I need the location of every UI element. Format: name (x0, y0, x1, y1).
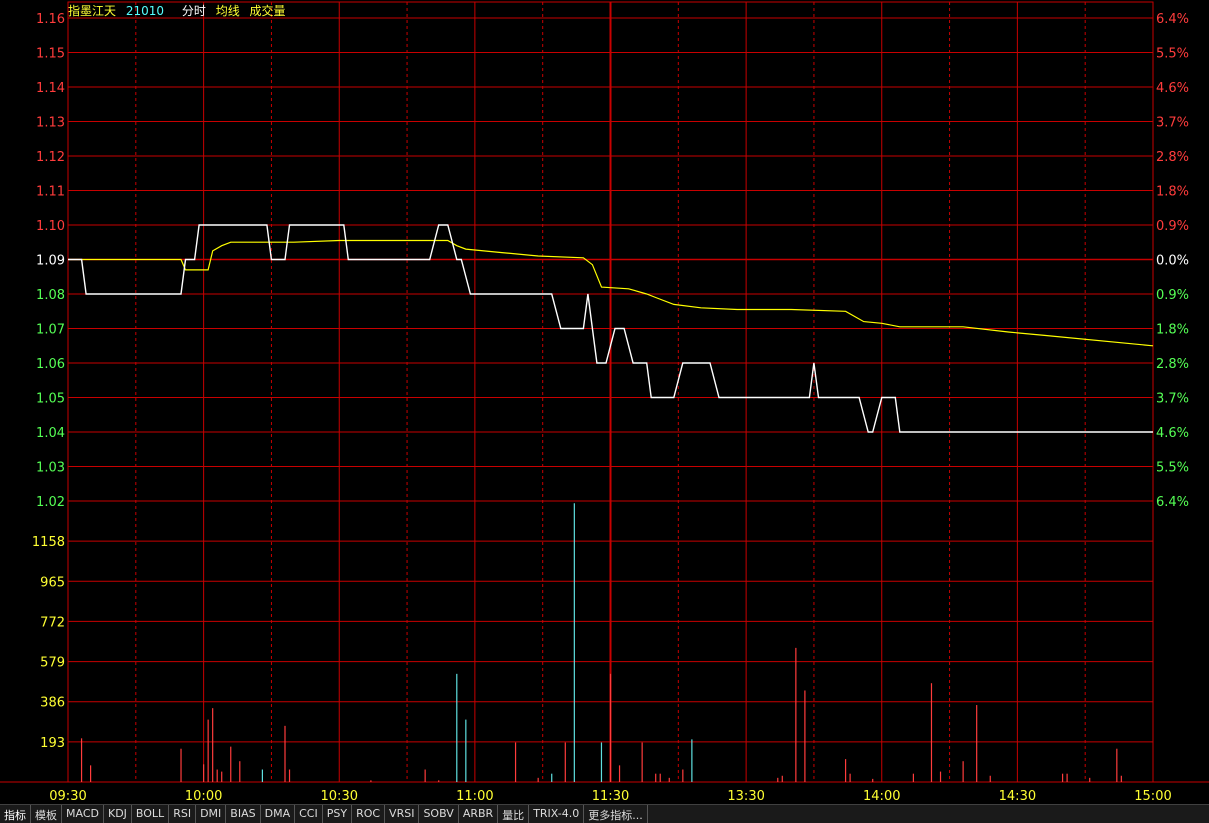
indicator-tab[interactable]: RSI (169, 805, 197, 823)
price-tick-label: 1.11 (36, 185, 65, 200)
volume-tick-label: 193 (40, 736, 65, 751)
pct-tick-label: 0.9% (1156, 219, 1189, 234)
time-tick-label: 11:30 (592, 789, 629, 804)
indicator-tab[interactable]: MACD (62, 805, 104, 823)
indicator-tab[interactable]: 更多指标... (584, 805, 648, 823)
intraday-chart[interactable]: 1.16 6.4% 1.15 5.5% 1.14 4.6% 1.13 3.7% 1.12 2.8%… (0, 0, 1209, 804)
time-tick-label: 10:30 (321, 789, 358, 804)
chart-header: 指墨江天 21010 分时 均线 成交量 (68, 2, 292, 19)
pct-tick-label: 5.5% (1156, 461, 1189, 476)
indicator-tab[interactable]: VRSI (385, 805, 420, 823)
indicator-tab[interactable]: 指标 (0, 805, 31, 823)
pct-tick-label: 2.8% (1156, 357, 1189, 372)
indicator-tab[interactable]: DMA (261, 805, 296, 823)
pct-tick-label: 6.4% (1156, 12, 1189, 27)
stock-code: 21010 (125, 4, 165, 18)
price-tick-label: 1.04 (36, 426, 65, 441)
price-tick-label: 1.08 (36, 288, 65, 303)
volume-tick-label: 579 (40, 656, 65, 671)
price-tick-label: 1.13 (36, 116, 65, 131)
indicator-tab[interactable]: ARBR (459, 805, 499, 823)
time-tick-label: 11:00 (456, 789, 493, 804)
volume-tick-label: 1158 (32, 535, 65, 550)
pct-tick-label: 3.7% (1156, 392, 1189, 407)
price-tick-label: 1.16 (36, 12, 65, 27)
pct-tick-label: 0.0% (1156, 254, 1189, 269)
indicator-tab[interactable]: DMI (196, 805, 227, 823)
time-tick-label: 14:00 (863, 789, 900, 804)
time-tick-label: 10:00 (185, 789, 222, 804)
label-avg-line: 均线 (215, 4, 240, 18)
indicator-tab[interactable]: 模板 (31, 805, 62, 823)
price-tick-label: 1.02 (36, 495, 65, 510)
volume-tick-label: 772 (40, 615, 65, 630)
price-tick-label: 1.15 (36, 47, 65, 62)
indicator-tab[interactable]: BOLL (132, 805, 170, 823)
pct-tick-label: 5.5% (1156, 47, 1189, 62)
price-tick-label: 1.05 (36, 392, 65, 407)
pct-tick-label: 3.7% (1156, 116, 1189, 131)
time-tick-label: 15:00 (1134, 789, 1171, 804)
indicator-tab[interactable]: TRIX-4.0 (529, 805, 585, 823)
price-tick-label: 1.03 (36, 461, 65, 476)
time-tick-label: 09:30 (49, 789, 86, 804)
stock-name: 指墨江天 (68, 4, 117, 18)
pct-tick-label: 4.6% (1156, 81, 1189, 96)
pct-tick-label: 4.6% (1156, 426, 1189, 441)
pct-tick-label: 2.8% (1156, 150, 1189, 165)
time-tick-label: 14:30 (999, 789, 1036, 804)
indicator-tab[interactable]: SOBV (419, 805, 459, 823)
pct-tick-label: 1.8% (1156, 323, 1189, 338)
indicator-tab[interactable]: CCI (295, 805, 323, 823)
label-volume: 成交量 (249, 4, 286, 18)
indicator-tab[interactable]: PSY (323, 805, 353, 823)
price-tick-label: 1.12 (36, 150, 65, 165)
label-intraday: 分时 (181, 4, 206, 18)
indicator-tab[interactable]: ROC (352, 805, 386, 823)
indicator-tab-bar: 指标 模板 MACD KDJ BOLL RSI DMI BIAS DMA CCI PSY ROC VRS… (0, 804, 1209, 823)
pct-tick-label: 0.9% (1156, 288, 1189, 303)
time-tick-label: 13:30 (727, 789, 764, 804)
volume-tick-label: 965 (40, 575, 65, 590)
indicator-tab[interactable]: BIAS (226, 805, 261, 823)
pct-tick-label: 1.8% (1156, 185, 1189, 200)
indicator-tab[interactable]: KDJ (104, 805, 132, 823)
price-tick-label: 1.07 (36, 323, 65, 338)
price-tick-label: 1.06 (36, 357, 65, 372)
pct-tick-label: 6.4% (1156, 495, 1189, 510)
volume-tick-label: 386 (40, 696, 65, 711)
price-tick-label: 1.09 (36, 254, 65, 269)
indicator-tab[interactable]: 量比 (498, 805, 530, 823)
price-tick-label: 1.14 (36, 81, 65, 96)
price-tick-label: 1.10 (36, 219, 65, 234)
